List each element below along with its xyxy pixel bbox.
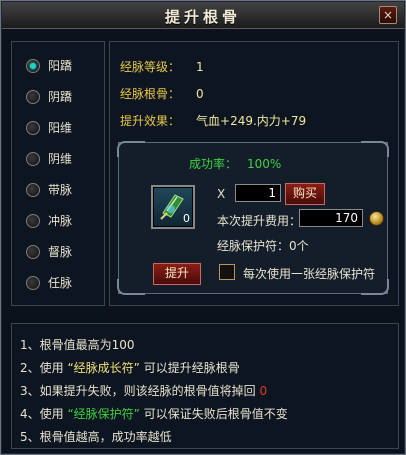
root-value: 0: [196, 87, 204, 101]
meridian-label: 阳蹻: [48, 59, 73, 73]
use-protect-checkbox[interactable]: [219, 264, 235, 280]
item-count: 0: [183, 212, 190, 225]
protect-talisman-count: 经脉保护符：0个: [217, 239, 309, 253]
buy-button[interactable]: 购买: [285, 183, 325, 205]
meridian-label: 任脉: [48, 276, 73, 290]
close-button[interactable]: ×: [379, 6, 397, 24]
meridian-label: 阳维: [48, 121, 73, 135]
protect-talisman-name: “经脉保护符”: [67, 407, 140, 421]
note-text: 可以提升经脉根骨: [139, 361, 240, 375]
radio-icon[interactable]: [26, 245, 40, 259]
use-protect-label: 每次使用一张经脉保护符: [243, 267, 376, 281]
note-1: 1、根骨值最高为100: [20, 338, 135, 352]
zero-value: 0: [259, 384, 268, 398]
note-4: 4、使用 “经脉保护符” 可以保证失败后根骨值不变: [20, 405, 288, 422]
upgrade-box: 成功率： 100% 0 X 1 购买 本次提升费用： 170 经脉保护符：0个 提…: [117, 141, 389, 295]
level-label: 经脉等级：: [120, 60, 181, 74]
radio-icon[interactable]: [26, 276, 40, 290]
note-text: 3、如果提升失败，则该经脉的根骨值将掉回: [20, 384, 260, 398]
upgrade-button[interactable]: 提升: [153, 263, 201, 285]
meridian-label: 阴维: [48, 152, 73, 166]
meridian-label: 阴蹻: [48, 90, 73, 104]
effect-value: 气血+249.内力+79: [196, 114, 307, 128]
notes-panel: 1、根骨值最高为100 2、使用 “经脉成长符” 可以提升经脉根骨 3、如果提升…: [11, 323, 399, 449]
close-icon: ×: [382, 8, 394, 22]
level-row: 经脉等级： 1: [120, 58, 204, 75]
note-text: 可以保证失败后根骨值不变: [139, 407, 288, 421]
multiply-label: X: [217, 187, 226, 201]
success-rate: 成功率： 100%: [189, 155, 281, 172]
radio-icon[interactable]: [26, 152, 40, 166]
frame-corner: [361, 141, 389, 157]
item-slot[interactable]: 0: [151, 185, 195, 229]
radio-icon[interactable]: [26, 183, 40, 197]
frame-corner: [117, 141, 145, 157]
radio-icon[interactable]: [26, 90, 40, 104]
meridian-list: 阳蹻 阴蹻 阳维 阴维 带脉 冲脉 督脉 任脉: [11, 41, 105, 306]
success-label: 成功率：: [189, 157, 238, 171]
meridian-label: 冲脉: [48, 214, 73, 228]
root-row: 经脉根骨： 0: [120, 85, 204, 102]
note-5: 5、根骨值越高，成功率越低: [20, 430, 172, 444]
upgrade-root-window: 提升根骨 × 阳蹻 阴蹻 阳维 阴维 带脉 冲脉 督脉 任脉 经脉等级： 1 经…: [0, 0, 406, 455]
effect-row: 提升效果： 气血+249.内力+79: [120, 112, 306, 129]
radio-selected-icon[interactable]: [26, 59, 40, 73]
quantity-input[interactable]: 1: [235, 184, 281, 202]
radio-icon[interactable]: [26, 121, 40, 135]
effect-label: 提升效果：: [120, 114, 181, 128]
cost-label: 本次提升费用：: [217, 214, 302, 228]
coin-icon: [369, 211, 384, 226]
frame-corner: [117, 279, 145, 295]
growth-talisman-name: “经脉成长符”: [67, 361, 140, 375]
meridian-label: 督脉: [48, 245, 73, 259]
success-value: 100%: [247, 157, 282, 171]
radio-icon[interactable]: [26, 214, 40, 228]
level-value: 1: [196, 60, 204, 74]
note-text: 2、使用: [20, 361, 68, 375]
window-title: 提升根骨: [164, 8, 241, 26]
cost-value: 170: [299, 209, 363, 227]
root-label: 经脉根骨：: [120, 87, 181, 101]
note-3: 3、如果提升失败，则该经脉的根骨值将掉回 0: [20, 382, 267, 399]
note-2: 2、使用 “经脉成长符” 可以提升经脉根骨: [20, 359, 240, 376]
meridian-label: 带脉: [48, 183, 73, 197]
meridian-detail-panel: 经脉等级： 1 经脉根骨： 0 提升效果： 气血+249.内力+79 成功率： 100%: [109, 41, 399, 306]
note-text: 4、使用: [20, 407, 68, 421]
title-bar[interactable]: 提升根骨 ×: [2, 2, 404, 29]
